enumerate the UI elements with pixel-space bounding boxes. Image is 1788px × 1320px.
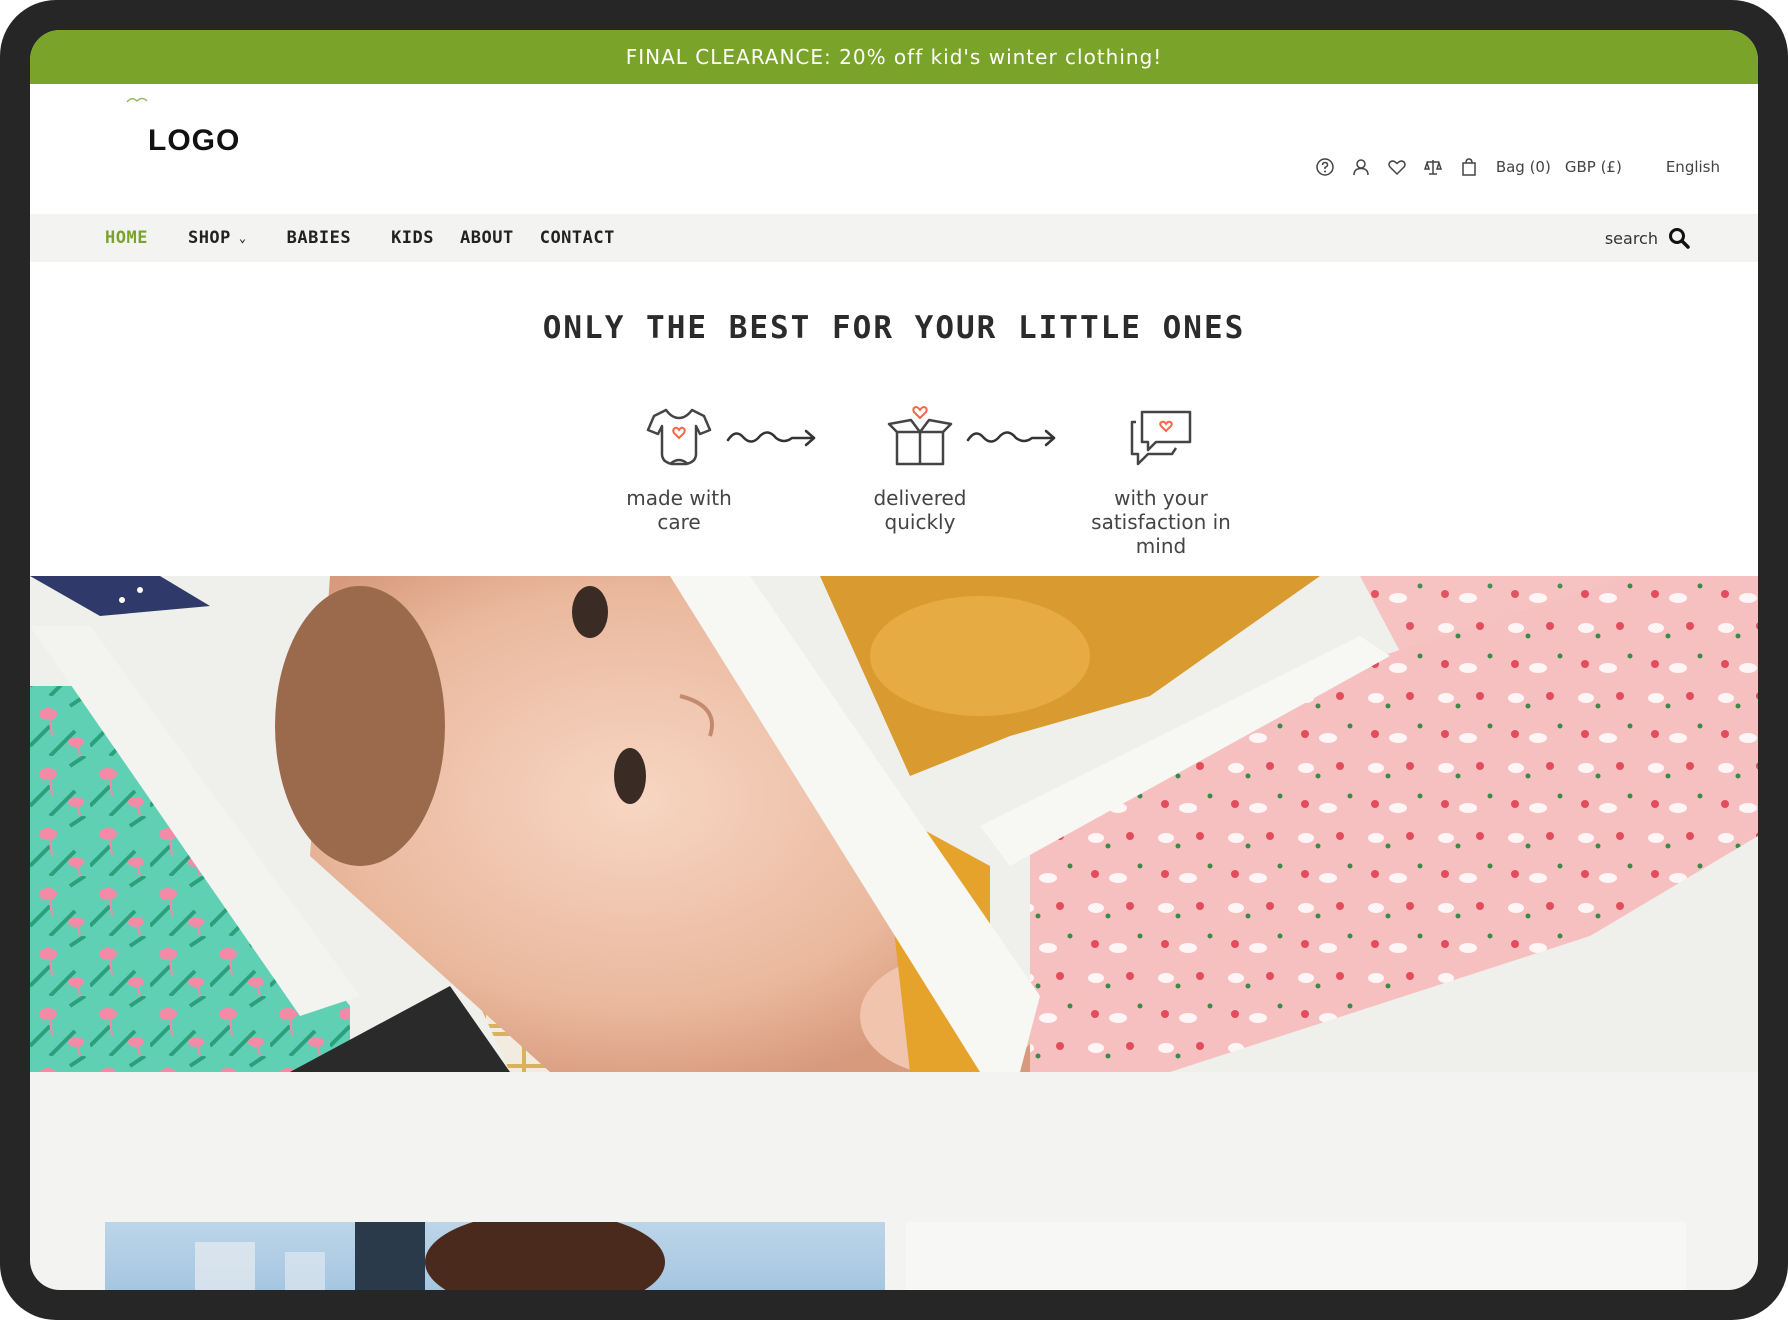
main-navbar: HOME SHOP ⌄ BABIES KIDS ABOUT CONTACT se… [30,214,1758,262]
chat-heart-icon [1130,410,1192,466]
nav-item-contact[interactable]: CONTACT [540,228,615,248]
chevron-down-icon: ⌄ [238,231,247,245]
values-title: ONLY THE BEST FOR YOUR LITTLE ONES [542,310,1246,346]
user-icon[interactable] [1348,156,1374,178]
promo-card-blank [906,1222,1686,1290]
nav-item-home[interactable]: HOME [105,228,148,248]
heart-icon[interactable] [1384,156,1410,178]
site-logo[interactable]: LOGO [148,124,240,158]
browser-screen: FINAL CLEARANCE: 20% off kid's winter cl… [30,30,1758,1290]
promo-banner[interactable]: FINAL CLEARANCE: 20% off kid's winter cl… [30,30,1758,84]
promo-text: FINAL CLEARANCE: 20% off kid's winter cl… [625,45,1163,69]
header-utilities: Bag (0) GBP (£) English [1312,156,1720,178]
hero-image [30,576,1758,1072]
gift-box-icon [887,405,953,466]
compare-icon[interactable] [1420,156,1446,178]
nav-item-shop[interactable]: SHOP ⌄ [188,228,247,248]
squiggle-arrow-icon [726,429,816,447]
search-label: search [1604,228,1658,248]
help-icon[interactable] [1312,156,1338,178]
site-header: LOGO Bag (0) GBP (£) English HOME SHOP ⌄… [30,84,1758,262]
device-frame: FINAL CLEARANCE: 20% off kid's winter cl… [0,0,1788,1320]
squiggle-arrow-icon [966,429,1056,447]
onesie-icon [646,408,712,466]
language-selector[interactable]: English [1666,158,1720,176]
promo-card-image[interactable] [105,1222,885,1290]
logo-mark-icon [126,97,148,103]
bag-icon[interactable] [1456,156,1482,178]
bag-link[interactable]: Bag (0) [1496,158,1551,176]
nav-item-babies[interactable]: BABIES [287,228,351,248]
main-nav: HOME SHOP ⌄ BABIES KIDS ABOUT CONTACT [105,214,655,262]
currency-selector[interactable]: GBP (£) [1565,158,1622,176]
hero-collage[interactable] [30,576,1758,1072]
value-step-satisfaction: with your satisfaction in mind [1066,402,1256,558]
values-section: ONLY THE BEST FOR YOUR LITTLE ONES made … [30,262,1758,576]
promo-card-photo [195,1222,665,1290]
values-steps: made with care delivered quickly with yo… [30,402,1758,582]
nav-item-about[interactable]: ABOUT [460,228,514,248]
search-box[interactable]: search [1605,214,1690,262]
search-icon[interactable] [1668,227,1690,249]
nav-item-kids[interactable]: KIDS [391,228,434,248]
